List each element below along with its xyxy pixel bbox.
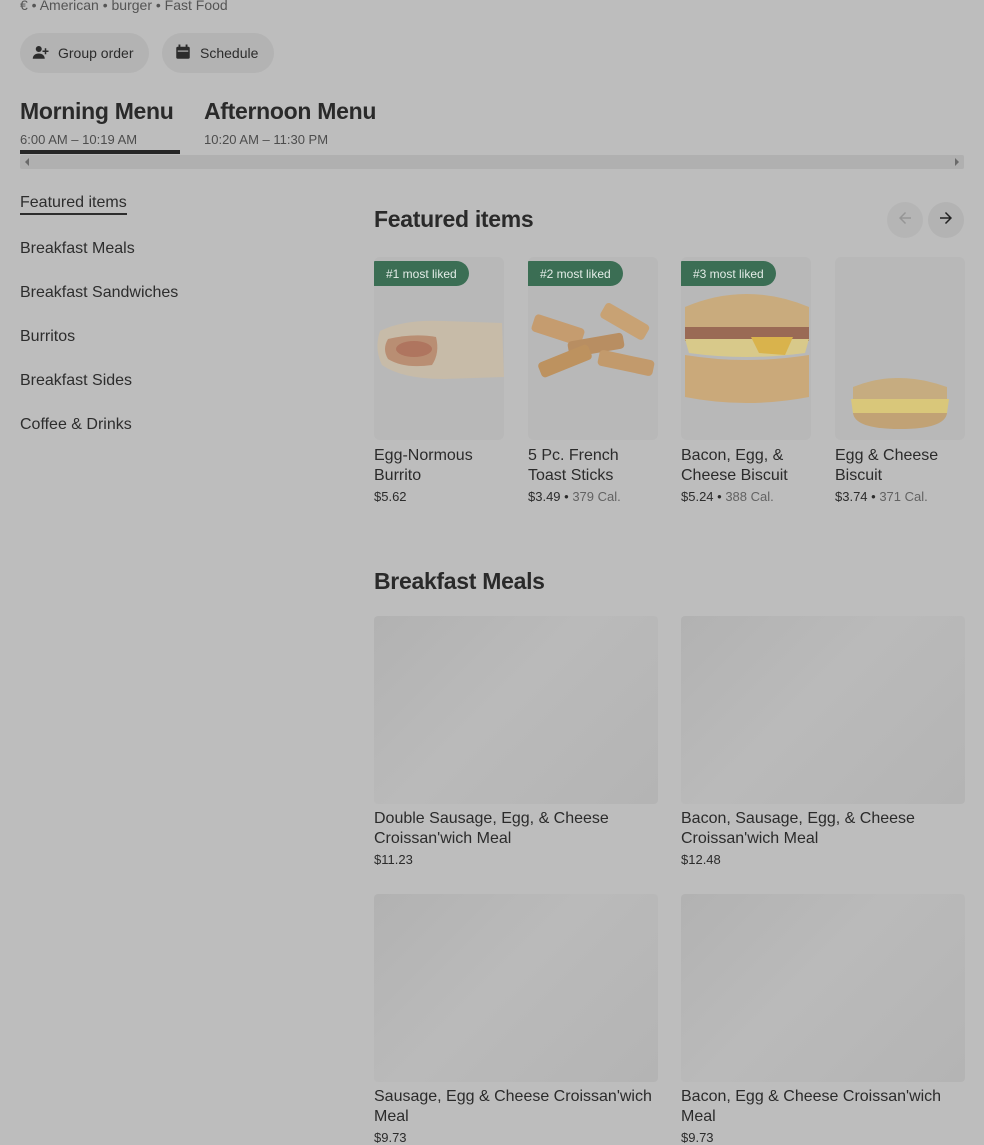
food-image-placeholder bbox=[681, 894, 965, 1082]
menu-item-card[interactable]: Bacon, Egg & Cheese Croissan'wich Meal $… bbox=[681, 894, 965, 1145]
tab-morning-menu[interactable]: Morning Menu 6:00 AM – 10:19 AM bbox=[20, 98, 174, 147]
group-order-button[interactable]: Group order bbox=[20, 33, 150, 73]
store-categories: € • American • burger • Fast Food bbox=[20, 0, 228, 13]
item-price: $5.24 bbox=[681, 489, 714, 504]
featured-item-card[interactable]: #1 most liked Egg-Normous Burrito $5.62 bbox=[374, 257, 504, 504]
tab-afternoon-menu[interactable]: Afternoon Menu 10:20 AM – 11:30 PM bbox=[204, 98, 376, 147]
most-liked-badge: #3 most liked bbox=[681, 261, 776, 286]
menu-item-card[interactable]: Sausage, Egg & Cheese Croissan'wich Meal… bbox=[374, 894, 658, 1145]
item-name: Bacon, Egg, & Cheese Biscuit bbox=[681, 447, 788, 484]
item-calories: 388 Cal. bbox=[725, 489, 774, 504]
sidebar-item-featured-items[interactable]: Featured items bbox=[20, 194, 127, 215]
food-image: #3 most liked bbox=[681, 257, 811, 440]
schedule-label: Schedule bbox=[200, 45, 259, 61]
sidebar-item-breakfast-sides[interactable]: Breakfast Sides bbox=[20, 372, 132, 390]
sidebar-item-breakfast-meals[interactable]: Breakfast Meals bbox=[20, 240, 135, 258]
item-name: Egg-Normous Burrito bbox=[374, 447, 473, 484]
menu-item-card[interactable]: Bacon, Sausage, Egg, & Cheese Croissan'w… bbox=[681, 616, 965, 867]
most-liked-badge: #1 most liked bbox=[374, 261, 469, 286]
food-image bbox=[835, 257, 965, 440]
group-order-label: Group order bbox=[58, 45, 134, 61]
item-name: Sausage, Egg & Cheese Croissan'wich Meal bbox=[374, 1088, 652, 1125]
item-name: Bacon, Sausage, Egg, & Cheese Croissan'w… bbox=[681, 810, 915, 847]
featured-item-card[interactable]: #2 most liked 5 Pc. French Toast Sticks … bbox=[528, 257, 658, 504]
food-image-placeholder bbox=[681, 616, 965, 804]
item-name: Bacon, Egg & Cheese Croissan'wich Meal bbox=[681, 1088, 942, 1125]
menu-hours: 6:00 AM – 10:19 AM bbox=[20, 132, 138, 147]
item-price: $3.49 bbox=[528, 489, 561, 504]
item-calories: 371 Cal. bbox=[879, 489, 928, 504]
menu-name: Morning Menu bbox=[20, 98, 174, 124]
food-image: #2 most liked bbox=[528, 257, 658, 440]
breakfast-meals-section-title: Breakfast Meals bbox=[374, 568, 545, 594]
item-price: $11.23 bbox=[374, 852, 413, 867]
scroll-right-arrow-icon[interactable] bbox=[950, 155, 964, 169]
item-name: 5 Pc. French Toast Sticks bbox=[528, 447, 619, 484]
item-name: Egg & Cheese Biscuit bbox=[835, 447, 939, 484]
item-price: $12.48 bbox=[681, 852, 721, 867]
carousel-next-button[interactable] bbox=[928, 202, 964, 238]
item-price: $3.74 bbox=[835, 489, 868, 504]
most-liked-badge: #2 most liked bbox=[528, 261, 623, 286]
featured-item-card[interactable]: Egg & Cheese Biscuit $3.74 • 371 Cal. bbox=[835, 257, 965, 504]
item-price: $9.73 bbox=[374, 1130, 407, 1145]
menu-name: Afternoon Menu bbox=[204, 98, 377, 124]
add-person-icon bbox=[32, 43, 50, 64]
featured-item-card[interactable]: #3 most liked Bacon, Egg, & Cheese Biscu… bbox=[681, 257, 811, 504]
carousel-prev-button[interactable] bbox=[887, 202, 923, 238]
arrow-right-icon bbox=[937, 209, 955, 232]
menu-hours: 10:20 AM – 11:30 PM bbox=[204, 132, 329, 147]
item-calories: 379 Cal. bbox=[572, 489, 621, 504]
sidebar-item-burritos[interactable]: Burritos bbox=[20, 328, 75, 346]
food-image: #1 most liked bbox=[374, 257, 504, 440]
item-price: $5.62 bbox=[374, 489, 407, 504]
active-tab-indicator bbox=[20, 150, 180, 154]
scroll-left-arrow-icon[interactable] bbox=[20, 155, 34, 169]
featured-section-title: Featured items bbox=[374, 206, 534, 232]
sidebar-item-breakfast-sandwiches[interactable]: Breakfast Sandwiches bbox=[20, 284, 178, 302]
food-image-placeholder bbox=[374, 894, 658, 1082]
arrow-left-icon bbox=[896, 209, 914, 232]
item-price: $9.73 bbox=[681, 1130, 714, 1145]
schedule-button[interactable]: Schedule bbox=[162, 33, 275, 73]
menu-tabs-scrollbar[interactable] bbox=[20, 155, 964, 169]
item-name: Double Sausage, Egg, & Cheese Croissan'w… bbox=[374, 810, 609, 847]
food-image-placeholder bbox=[374, 616, 658, 804]
calendar-icon bbox=[174, 43, 192, 64]
menu-item-card[interactable]: Double Sausage, Egg, & Cheese Croissan'w… bbox=[374, 616, 658, 867]
sidebar-item-coffee-drinks[interactable]: Coffee & Drinks bbox=[20, 416, 132, 434]
